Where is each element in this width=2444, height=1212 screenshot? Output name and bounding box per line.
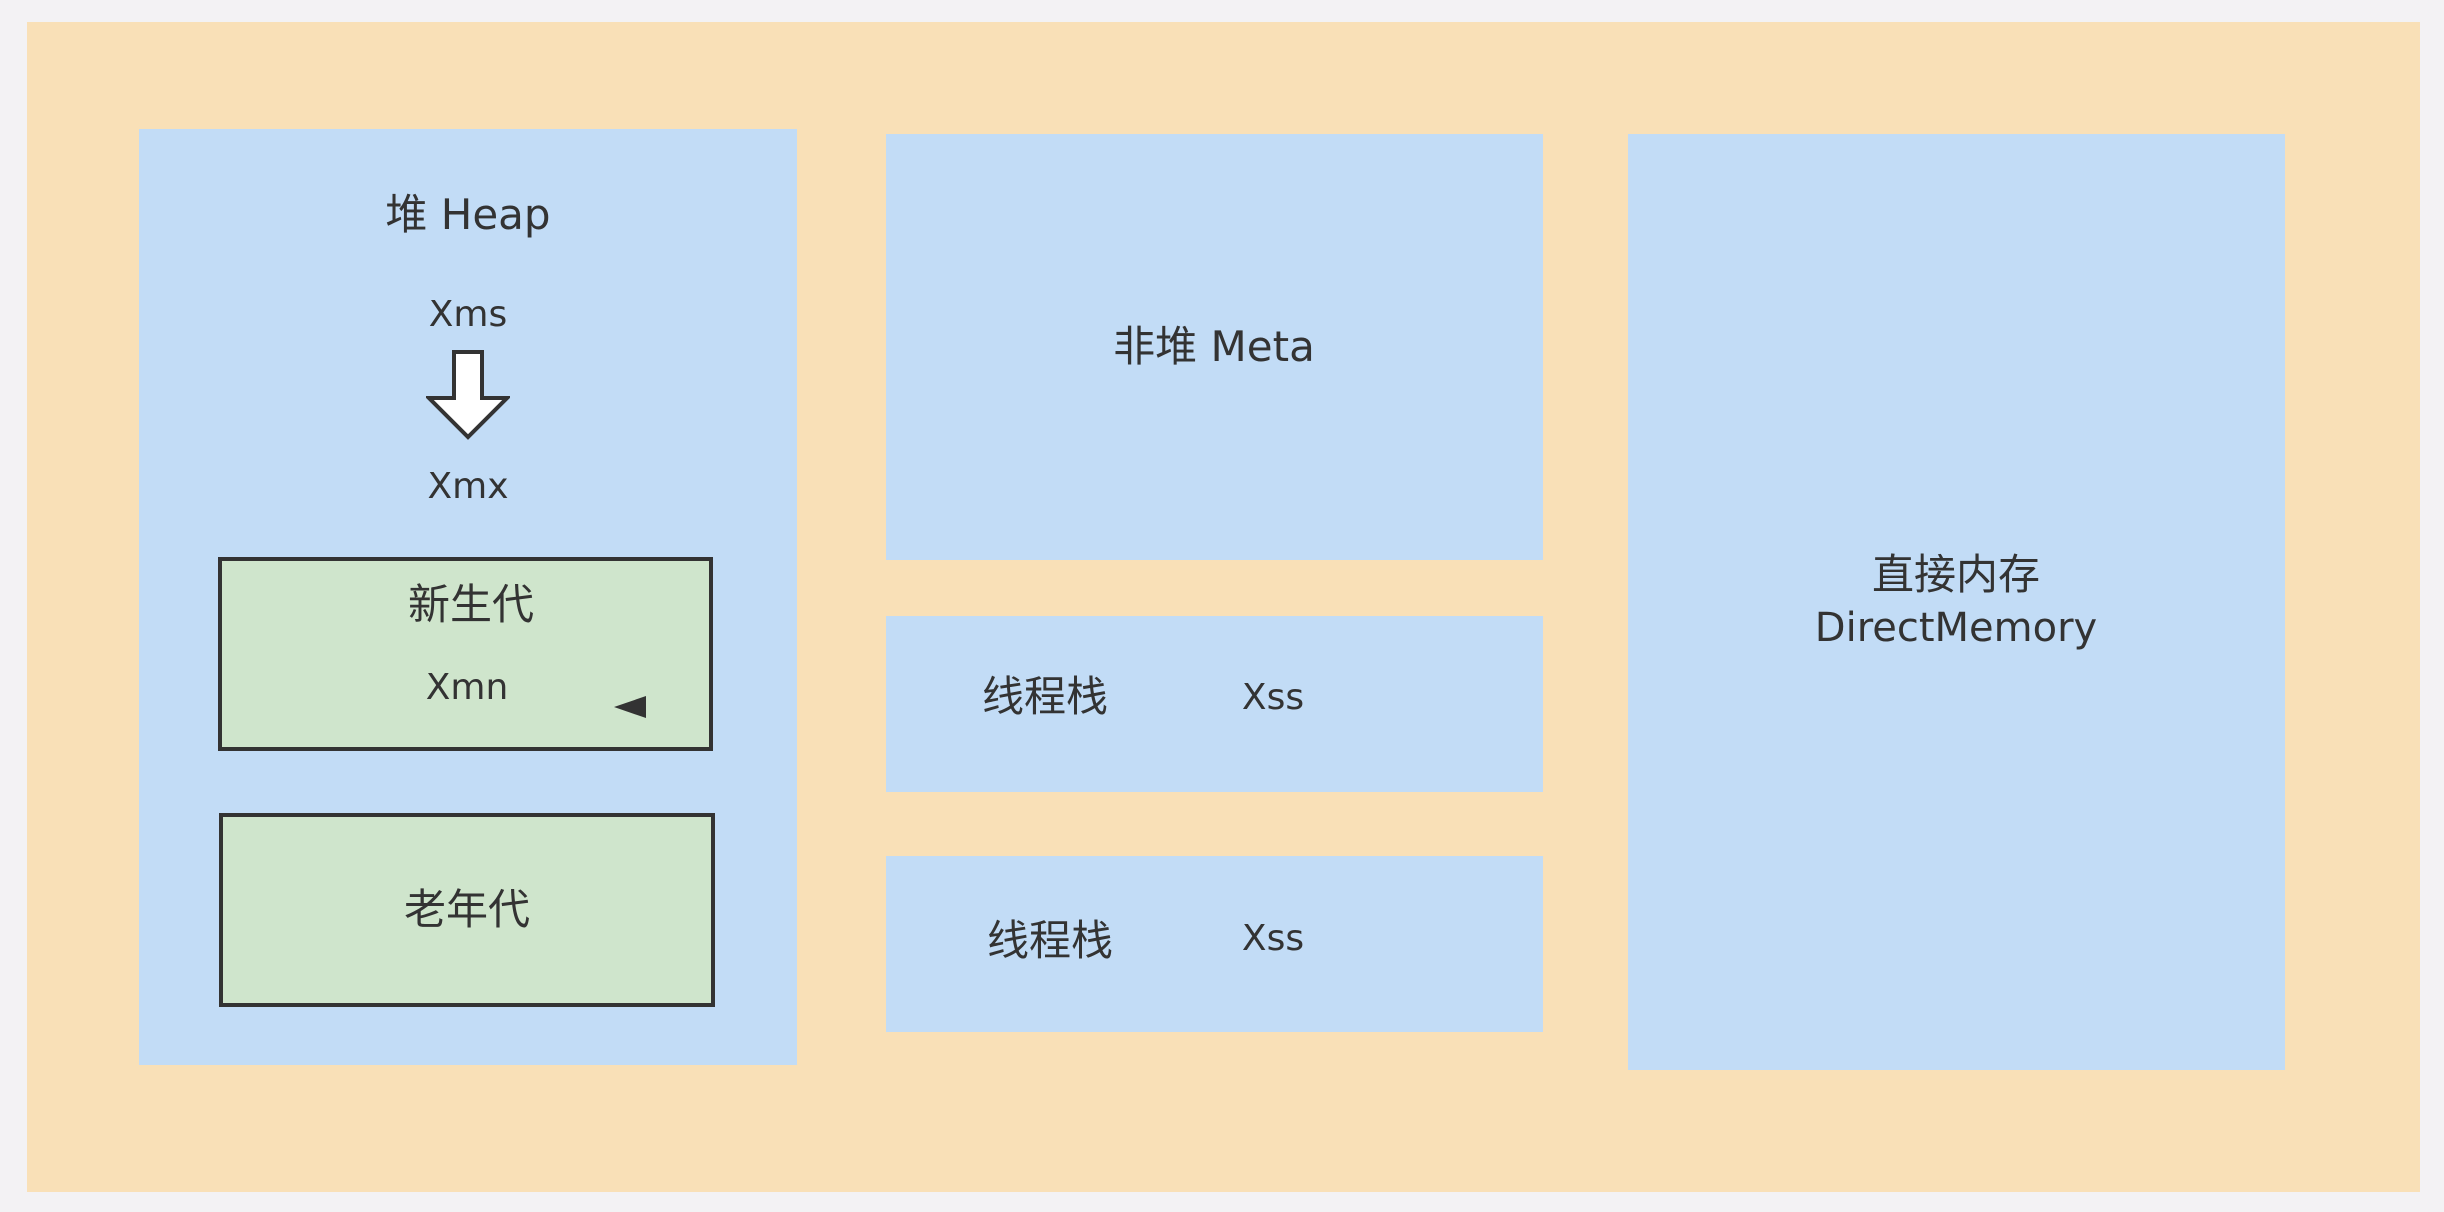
thread-stack-panel-2	[886, 856, 1543, 1032]
direct-memory-subtitle: DirectMemory	[1814, 605, 2098, 651]
xmn-label: Xmn	[425, 667, 509, 708]
direct-memory-panel	[1628, 134, 2285, 1070]
xss-label-1: Xss	[1241, 677, 1305, 718]
direct-memory-title: 直接内存	[1871, 550, 2041, 599]
heap-title: 堆 Heap	[385, 190, 551, 239]
xss-label-2: Xss	[1241, 918, 1305, 959]
young-generation-title: 新生代	[407, 580, 535, 629]
meta-title: 非堆 Meta	[1113, 322, 1315, 371]
old-generation-title: 老年代	[403, 885, 531, 934]
xmx-label: Xmx	[427, 466, 509, 507]
xms-label: Xms	[428, 294, 508, 335]
thread-stack-title-2: 线程栈	[986, 916, 1114, 965]
thread-stack-title-1: 线程栈	[981, 672, 1109, 721]
triangle-left-icon	[614, 696, 646, 718]
arrow-down-icon	[426, 350, 510, 440]
